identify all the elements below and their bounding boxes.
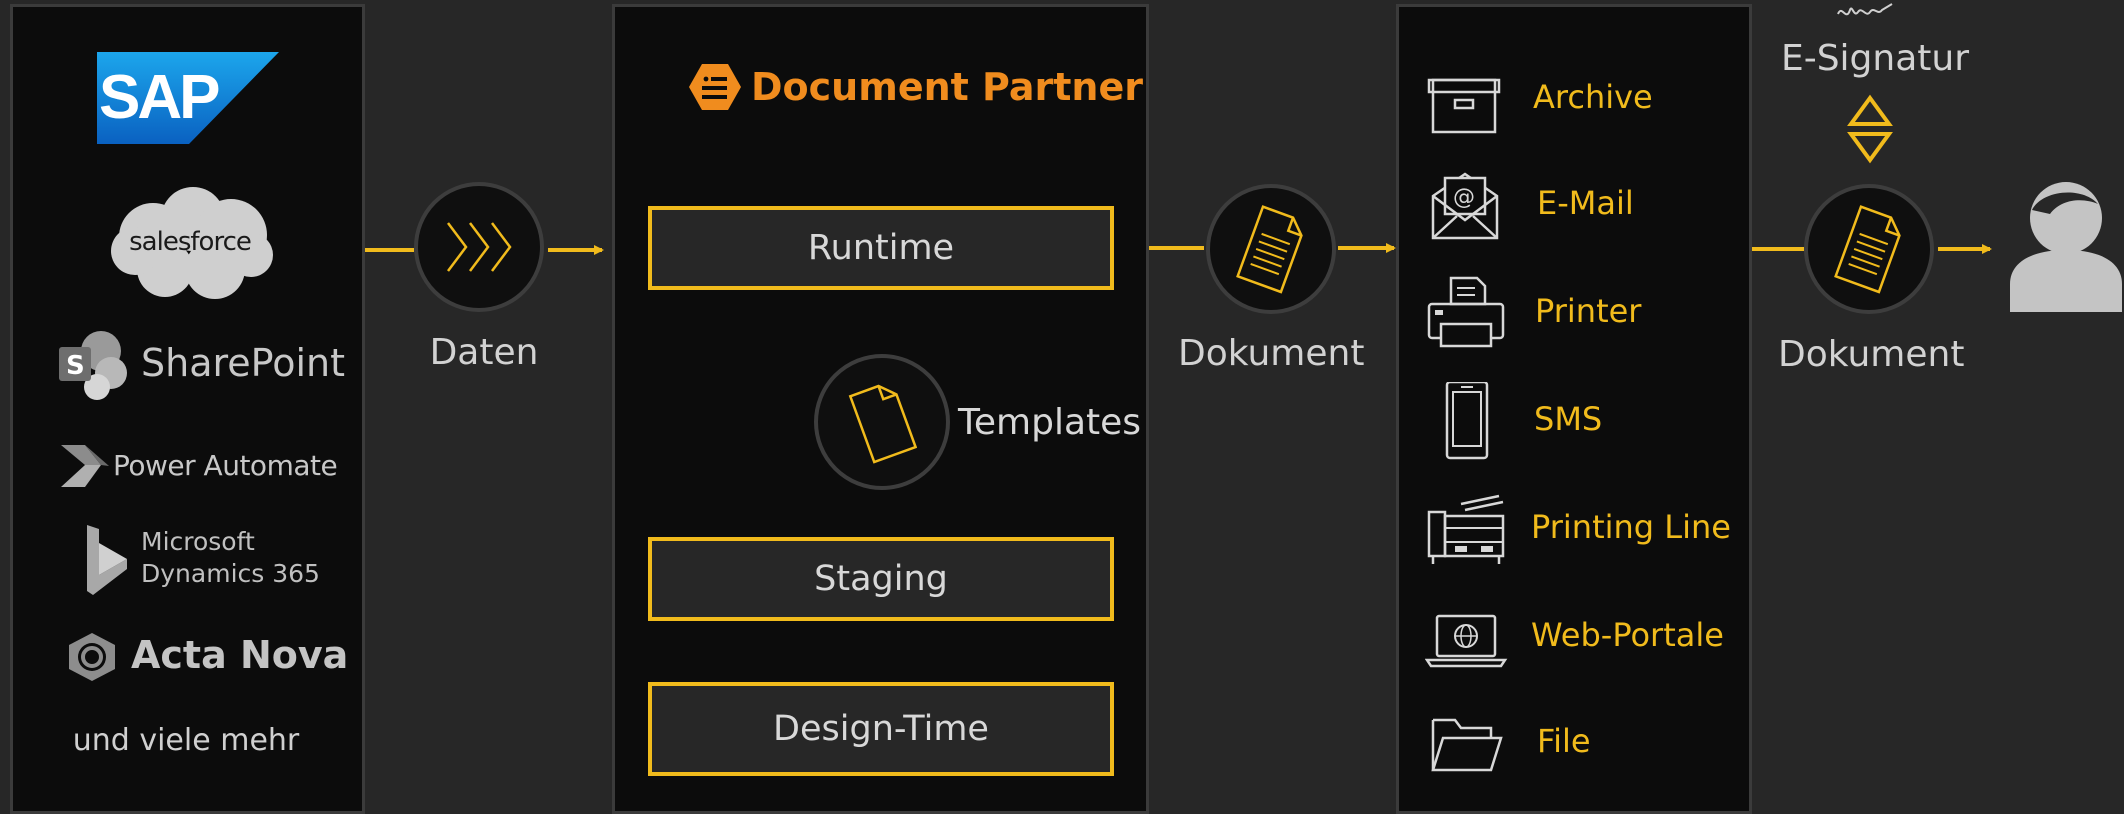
daten-label: Daten [429, 332, 539, 373]
channel-sms: SMS [1425, 382, 1735, 460]
document-icon [1236, 205, 1303, 294]
acta-nova-label: Acta Nova [131, 633, 349, 677]
dokument-label-2: Dokument [1778, 334, 1965, 375]
document-icon-2 [1834, 205, 1901, 294]
design-time-box: Design-Time [648, 682, 1114, 776]
sharepoint-label: SharePoint [141, 341, 346, 385]
channel-web-portale: Web-Portale [1425, 598, 1735, 676]
salesforce-logo: salesforce [105, 185, 275, 301]
phone-icon [1445, 382, 1489, 460]
signature-scribble-icon [1837, 3, 1893, 16]
e-signatur-label: E-Signatur [1780, 38, 1970, 79]
dokument-circle-1 [1206, 184, 1336, 314]
folder-icon [1431, 718, 1503, 772]
power-automate-logo: Power Automate [61, 441, 361, 491]
salesforce-logo-text: salesforce [129, 227, 252, 257]
staging-box: Staging [648, 537, 1114, 621]
runtime-box: Runtime [648, 206, 1114, 290]
sharepoint-icon: S [59, 331, 127, 400]
channel-archive: Archive [1425, 60, 1735, 138]
acta-nova-icon [69, 633, 115, 681]
channel-printing-line: Printing Line [1425, 490, 1735, 568]
runtime-label: Runtime [807, 228, 955, 268]
channel-printer-label: Printer [1535, 292, 1642, 330]
document-partner-icon [689, 64, 741, 110]
design-time-label: Design-Time [773, 709, 989, 749]
dokument-circle-2 [1804, 184, 1934, 314]
templates-label: Templates [958, 402, 1142, 443]
sources-panel: SAP salesforce S SharePoint Power Automa… [10, 4, 365, 814]
channel-printing-line-label: Printing Line [1531, 508, 1731, 546]
staging-label: Staging [814, 559, 948, 599]
svg-text:S: S [66, 351, 85, 381]
channel-email: @ E-Mail [1425, 166, 1735, 244]
template-document-icon [848, 384, 917, 464]
laptop-globe-icon [1425, 614, 1508, 668]
dynamics-logo: Microsoft Dynamics 365 [87, 523, 347, 599]
templates-circle [814, 354, 950, 490]
chevrons-forward-icon [447, 222, 512, 272]
acta-nova-logo: Acta Nova [65, 629, 355, 685]
dynamics-label-line1: Microsoft [141, 527, 255, 556]
channel-file: File [1425, 704, 1735, 782]
channel-email-label: E-Mail [1537, 184, 1634, 222]
sap-logo-text: SAP [99, 63, 220, 132]
channel-printer: Printer [1425, 274, 1735, 352]
channel-sms-label: SMS [1534, 400, 1603, 438]
sap-logo: SAP [97, 52, 279, 144]
channel-archive-label: Archive [1533, 78, 1653, 116]
dokument-label-1: Dokument [1178, 333, 1365, 374]
sharepoint-logo: S SharePoint [57, 329, 357, 403]
dynamics-icon [87, 525, 127, 595]
power-automate-label: Power Automate [113, 449, 338, 482]
email-envelope-icon: @ [1431, 172, 1499, 240]
power-automate-icon [61, 445, 109, 487]
person-icon [2010, 182, 2122, 312]
more-sources-label: und viele mehr [72, 723, 300, 758]
archive-box-icon [1427, 78, 1501, 134]
bidirectional-arrow-icon [1847, 94, 1893, 164]
daten-circle [414, 182, 544, 312]
printer-icon [1427, 276, 1505, 348]
channel-file-label: File [1537, 722, 1591, 760]
dynamics-label-line2: Dynamics 365 [141, 559, 320, 588]
printing-line-icon [1427, 494, 1505, 564]
svg-text:@: @ [1453, 185, 1475, 210]
channel-web-portale-label: Web-Portale [1531, 616, 1724, 654]
document-partner-title: Document Partner [751, 65, 1143, 109]
